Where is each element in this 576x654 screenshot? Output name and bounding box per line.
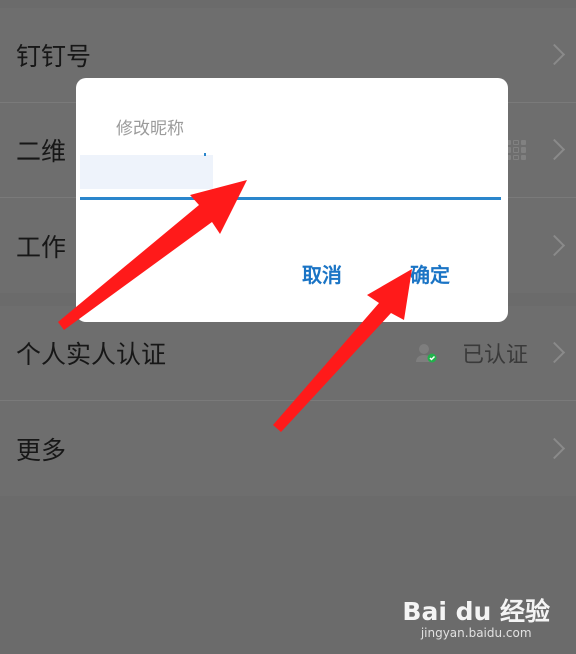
verification-status: 已认证 (461, 343, 528, 368)
cancel-button[interactable]: 取消 (302, 259, 342, 288)
settings-item-label: 工作 (16, 232, 67, 262)
chevron-right-icon (543, 234, 566, 256)
settings-item-label: 个人实人认证 (16, 340, 167, 369)
settings-item-label: 二维 (16, 137, 67, 166)
chevron-right-icon (543, 341, 566, 364)
chevron-right-icon (543, 43, 566, 66)
verified-user-icon (416, 344, 437, 363)
confirm-button[interactable]: 确定 (410, 259, 450, 288)
chevron-right-icon (543, 138, 566, 161)
nickname-input[interactable] (80, 155, 501, 200)
settings-group-2: 个人实人认证 已认证 更多 (0, 306, 576, 496)
settings-item-label: 钉钉号 (16, 42, 92, 71)
settings-item-more[interactable]: 更多 (0, 401, 576, 496)
text-cursor (204, 153, 206, 156)
baidu-jingyan-watermark: Bai du 经验 jingyan.baidu.com (402, 592, 550, 640)
edit-nickname-dialog: 修改昵称 取消 确定 (76, 78, 508, 322)
watermark-url: jingyan.baidu.com (420, 626, 532, 640)
watermark-logo: Bai du 经验 (402, 597, 550, 626)
qr-code-icon (506, 140, 526, 160)
chevron-right-icon (543, 437, 566, 459)
dialog-title: 修改昵称 (116, 119, 184, 139)
settings-item-label: 更多 (16, 435, 67, 465)
